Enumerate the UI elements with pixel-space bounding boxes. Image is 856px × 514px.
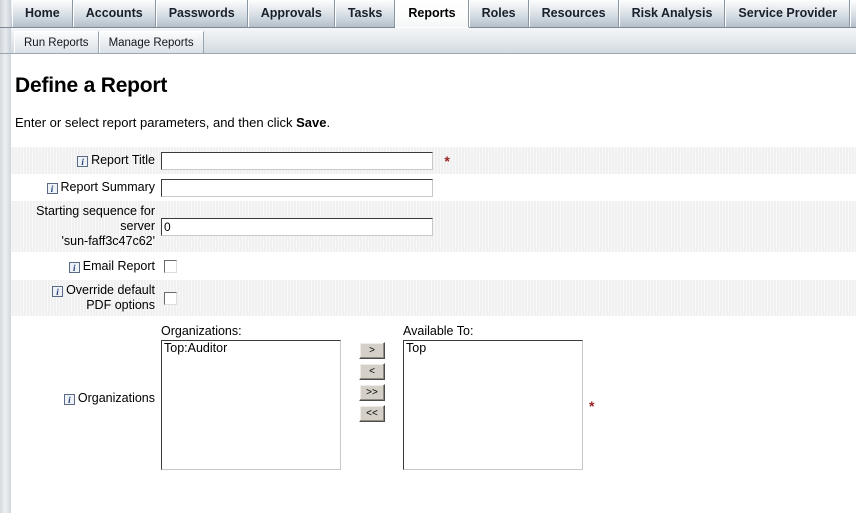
override-pdf-label-line2: PDF options (86, 298, 155, 312)
starting-sequence-field-cell (159, 201, 856, 252)
starting-sequence-label-cell: Starting sequence for server 'sun-faff3c… (11, 201, 159, 252)
tab-reports[interactable]: Reports (395, 0, 469, 28)
report-title-input[interactable] (161, 151, 433, 170)
page-intro: Enter or select report parameters, and t… (11, 98, 856, 130)
page-intro-suffix: . (326, 115, 331, 130)
tab-home[interactable]: Home (12, 0, 73, 27)
page-content: Define a Report Enter or select report p… (0, 54, 856, 513)
organizations-list-caption: Organizations: (161, 324, 242, 338)
starting-sequence-label-line1: Starting sequence for (36, 204, 155, 218)
override-pdf-field-cell (159, 280, 856, 316)
organizations-picker: Organizations: Top:Auditor > < >> << Ava… (161, 316, 856, 480)
tab-risk-analysis[interactable]: Risk Analysis (618, 0, 726, 27)
override-pdf-label-line1: i Override default (11, 283, 155, 298)
tab-reports-label: Reports (408, 6, 456, 20)
subtab-manage-reports[interactable]: Manage Reports (98, 31, 204, 53)
organizations-source-column: Organizations: Top:Auditor (161, 324, 341, 470)
transfer-button-stack: > < >> << (359, 342, 385, 422)
form-row-organizations: i Organizations Organizations: Top:Audito… (11, 316, 856, 480)
override-pdf-label-text1: Override default (66, 283, 155, 297)
tab-tasks-label: Tasks (347, 6, 383, 20)
tab-accounts-label: Accounts (85, 6, 143, 20)
info-icon[interactable]: i (52, 286, 64, 297)
report-title-field-cell: * (159, 147, 856, 174)
info-icon[interactable]: i (46, 183, 58, 194)
organizations-label-cell: i Organizations (11, 316, 159, 480)
starting-sequence-input[interactable] (161, 217, 433, 236)
available-to-list-caption: Available To: (403, 324, 474, 338)
move-left-button[interactable]: < (359, 363, 385, 380)
tab-accounts[interactable]: Accounts (72, 0, 156, 27)
form-row-starting-sequence: Starting sequence for server 'sun-faff3c… (11, 201, 856, 252)
email-report-field-cell (159, 252, 856, 280)
form-row-email-report: i Email Report (11, 252, 856, 280)
tab-risk-analysis-label: Risk Analysis (631, 6, 713, 20)
email-report-label: Email Report (82, 258, 155, 273)
starting-sequence-label-line2: server (120, 219, 155, 233)
organizations-label: Organizations (77, 390, 155, 405)
tab-resources-label: Resources (541, 6, 606, 20)
report-summary-label: Report Summary (60, 180, 155, 194)
email-report-checkbox[interactable] (164, 260, 177, 274)
sub-nav-tabbar: Run Reports Manage Reports (0, 28, 856, 54)
list-item[interactable]: Top:Auditor (162, 341, 340, 356)
tab-approvals-label: Approvals (260, 6, 322, 20)
move-right-button[interactable]: > (359, 342, 385, 359)
subtab-run-reports-label: Run Reports (24, 37, 89, 49)
organizations-field-cell: Organizations: Top:Auditor > < >> << Ava… (159, 316, 856, 480)
subtab-manage-reports-label: Manage Reports (108, 37, 194, 49)
subtab-run-reports[interactable]: Run Reports (14, 31, 99, 53)
available-to-target-list[interactable]: Top (403, 340, 583, 470)
tab-home-label: Home (25, 6, 60, 20)
move-all-left-button[interactable]: << (359, 405, 385, 422)
tab-tasks[interactable]: Tasks (334, 0, 396, 27)
report-title-label: Report Title (91, 153, 155, 167)
organizations-required-marker: * (589, 398, 595, 414)
page-title: Define a Report (15, 74, 168, 97)
tab-service-provider[interactable]: Service Provider (725, 0, 851, 27)
info-icon[interactable]: i (63, 393, 75, 405)
organizations-target-column: Available To: Top (403, 324, 583, 470)
report-summary-label-cell: i Report Summary (11, 174, 159, 201)
report-title-label-cell: i Report Title (11, 147, 159, 174)
tab-approvals[interactable]: Approvals (247, 0, 335, 27)
tab-passwords[interactable]: Passwords (155, 0, 248, 27)
override-pdf-label-cell: i Override default PDF options (11, 280, 159, 316)
move-all-right-button[interactable]: >> (359, 384, 385, 401)
email-report-label-cell: i Email Report (11, 252, 159, 280)
info-icon[interactable]: i (68, 261, 80, 273)
tab-roles-label: Roles (481, 6, 516, 20)
form-row-report-title: i Report Title * (11, 147, 856, 174)
define-report-form: i Report Title * i Report Summary Starti… (11, 147, 856, 480)
tab-passwords-label: Passwords (168, 6, 235, 20)
report-title-required-marker: * (444, 152, 450, 169)
list-item[interactable]: Top (404, 341, 582, 356)
organizations-source-list[interactable]: Top:Auditor (161, 340, 341, 470)
report-summary-field-cell (159, 174, 856, 201)
starting-sequence-label-line3: 'sun-faff3c47c62' (61, 234, 156, 248)
main-nav-tabbar: Home Accounts Passwords Approvals Tasks … (0, 0, 856, 28)
form-row-override-pdf: i Override default PDF options (11, 280, 856, 316)
override-pdf-checkbox[interactable] (164, 292, 177, 306)
tab-configure[interactable]: Configure (850, 0, 856, 27)
form-row-report-summary: i Report Summary (11, 174, 856, 201)
tab-service-provider-label: Service Provider (738, 6, 838, 20)
tab-roles[interactable]: Roles (468, 0, 529, 27)
report-summary-input[interactable] (161, 178, 433, 197)
info-icon[interactable]: i (77, 156, 89, 167)
page-intro-prefix: Enter or select report parameters, and t… (15, 115, 297, 130)
page-intro-save-word: Save (296, 115, 327, 130)
tab-resources[interactable]: Resources (528, 0, 619, 27)
